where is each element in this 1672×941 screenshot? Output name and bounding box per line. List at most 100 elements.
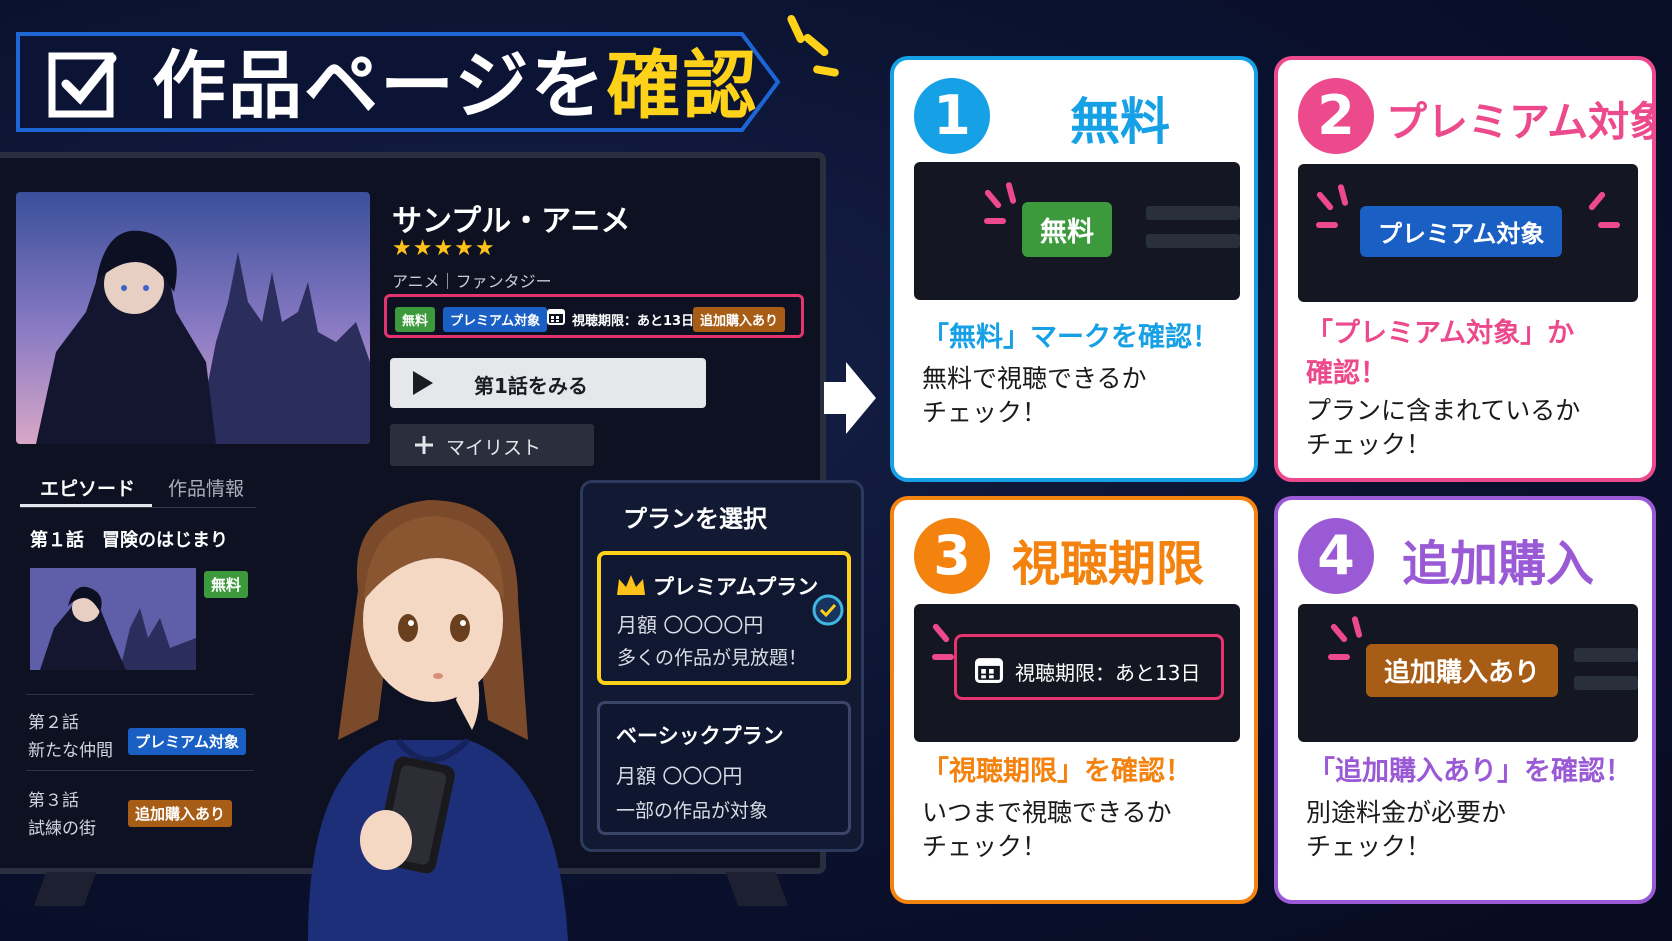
step-number-badge: 2 bbox=[1298, 78, 1374, 154]
card-heading: 無料 bbox=[1070, 93, 1170, 151]
purchase-badge-large: 追加購入あり bbox=[1366, 644, 1559, 697]
card-body-line: チェック！ bbox=[1306, 430, 1432, 459]
basic-plan-desc: 一部の作品が対象 bbox=[616, 800, 769, 822]
card-screenshot: 視聴期限：あと13日 bbox=[914, 604, 1240, 742]
card-screenshot: 追加購入あり bbox=[1298, 604, 1638, 742]
placeholder-bar bbox=[1574, 676, 1638, 690]
badge-row: 無料 プレミアム対象 視聴期限：あと13日 追加購入あり bbox=[384, 294, 804, 338]
card-body: プランに含まれているか チェック！ bbox=[1306, 394, 1580, 462]
card-check-text: 「視聴期限」を確認！ bbox=[922, 756, 1192, 787]
card-body: 無料で視聴できるか チェック！ bbox=[922, 362, 1147, 430]
play-episode-button[interactable]: 第1話をみる bbox=[390, 358, 706, 408]
highlight-burst-icon bbox=[932, 654, 954, 660]
card-heading: プレミアム対象 bbox=[1386, 98, 1656, 146]
deadline-badge: 視聴期限：あと13日 bbox=[572, 314, 695, 329]
purchase-badge: 追加購入あり bbox=[693, 307, 786, 332]
deadline-text: 視聴期限：あと13日 bbox=[1015, 661, 1201, 685]
plan-panel-title: プランを選択 bbox=[623, 505, 767, 533]
info-card-purchase: 4 追加購入 追加購入あり 「追加購入あり」を確認！ 別途料金が必要か チェック… bbox=[1274, 496, 1656, 904]
card-heading: 追加購入 bbox=[1402, 536, 1595, 592]
step-number-badge: 4 bbox=[1298, 518, 1374, 594]
deadline-highlight: 視聴期限：あと13日 bbox=[954, 634, 1224, 700]
card-screenshot: プレミアム対象 bbox=[1298, 164, 1638, 302]
highlight-burst-icon bbox=[1329, 622, 1349, 644]
episode-2-title[interactable]: 新たな仲間 bbox=[28, 736, 113, 761]
card-body-line: チェック！ bbox=[922, 832, 1048, 861]
episode-1-free-badge: 無料 bbox=[204, 571, 249, 598]
placeholder-bar bbox=[1146, 206, 1240, 220]
highlight-burst-icon bbox=[1328, 654, 1350, 660]
card-body: 別途料金が必要か チェック！ bbox=[1306, 796, 1506, 864]
highlight-burst-icon bbox=[1351, 615, 1363, 639]
title-banner: 作品ページを確認 bbox=[12, 28, 812, 136]
placeholder-bar bbox=[1574, 648, 1638, 662]
card-body-line: 無料で視聴できるか bbox=[922, 364, 1147, 393]
page-title: 作品ページを確認 bbox=[152, 46, 759, 126]
tv-stand-right bbox=[725, 872, 789, 906]
episode-1-title[interactable]: 第１話 冒険のはじまり bbox=[30, 526, 228, 552]
episode-name: 冒険のはじまり bbox=[102, 530, 228, 551]
card-body-line: チェック！ bbox=[1306, 832, 1432, 861]
episode-3-title[interactable]: 試練の街 bbox=[28, 814, 96, 839]
tab-work-info[interactable]: 作品情報 bbox=[168, 474, 244, 501]
title-text: 作品ページを bbox=[152, 43, 607, 129]
episode-1-thumbnail[interactable] bbox=[30, 568, 196, 670]
card-body: いつまで視聴できるか チェック！ bbox=[922, 796, 1172, 864]
card-heading: 視聴期限 bbox=[1012, 536, 1205, 592]
highlight-burst-icon bbox=[931, 622, 951, 644]
step-number-badge: 3 bbox=[914, 518, 990, 594]
free-badge-large: 無料 bbox=[1022, 202, 1112, 257]
card-body-line: チェック！ bbox=[922, 398, 1048, 427]
genre-label: アニメ｜ファンタジー bbox=[392, 272, 552, 291]
list-divider bbox=[26, 770, 254, 771]
highlight-burst-icon bbox=[1587, 190, 1607, 212]
plus-icon bbox=[415, 436, 433, 454]
highlight-burst-icon bbox=[1005, 181, 1017, 205]
tv-stand-left bbox=[33, 872, 97, 906]
arrow-right-icon bbox=[824, 362, 876, 434]
basic-plan-price: 月額 〇〇〇円 bbox=[616, 764, 743, 788]
info-card-premium: 2 プレミアム対象 プレミアム対象 「プレミアム対象」か 確認！ プランに含まれ… bbox=[1274, 56, 1656, 482]
card-check-text: 「追加購入あり」を確認！ bbox=[1308, 756, 1632, 787]
card-check-text: 「プレミアム対象」か 確認！ bbox=[1306, 314, 1574, 394]
anime-key-visual bbox=[16, 192, 370, 444]
premium-badge: プレミアム対象 bbox=[443, 307, 548, 332]
highlight-burst-icon bbox=[984, 218, 1006, 224]
free-badge: 無料 bbox=[395, 307, 436, 332]
premium-plan-desc: 多くの作品が見放題！ bbox=[617, 647, 808, 669]
episode-2-number: 第２話 bbox=[28, 713, 79, 733]
premium-badge-large: プレミアム対象 bbox=[1360, 206, 1563, 257]
sparkle-icon bbox=[812, 64, 840, 78]
placeholder-bar bbox=[1146, 234, 1240, 248]
highlight-burst-icon bbox=[1316, 222, 1338, 228]
episode-3-number: 第３話 bbox=[28, 791, 79, 811]
card-body-line: いつまで視聴できるか bbox=[922, 798, 1172, 827]
highlight-burst-icon bbox=[1598, 222, 1620, 228]
episode-2-premium-badge: プレミアム対象 bbox=[128, 728, 246, 755]
premium-plan-name: プレミアムプラン bbox=[653, 575, 819, 599]
premium-plan-price: 月額 〇〇〇〇円 bbox=[617, 613, 764, 637]
list-divider bbox=[26, 694, 254, 695]
calendar-icon bbox=[547, 307, 565, 325]
card-check-line: 「プレミアム対象」か bbox=[1306, 318, 1575, 349]
card-body-line: プランに含まれているか bbox=[1306, 396, 1581, 425]
card-check-line: 確認！ bbox=[1306, 358, 1387, 389]
mylist-button[interactable]: マイリスト bbox=[390, 424, 594, 466]
tab-divider bbox=[20, 507, 256, 508]
premium-plan-card[interactable]: プレミアムプラン 月額 〇〇〇〇円 多くの作品が見放題！ bbox=[597, 551, 851, 685]
episode-number: 第１話 bbox=[30, 530, 84, 551]
rating-stars: ★★★★★ bbox=[392, 236, 496, 261]
info-card-deadline: 3 視聴期限 視聴期限：あと13日 「視聴期限」を確認！ いつまで視聴できるか … bbox=[890, 496, 1258, 904]
card-screenshot: 無料 bbox=[914, 162, 1240, 300]
step-number-badge: 1 bbox=[914, 78, 990, 154]
crown-icon bbox=[617, 575, 645, 595]
highlight-burst-icon bbox=[1315, 190, 1335, 212]
tab-episodes[interactable]: エピソード bbox=[40, 474, 135, 501]
basic-plan-card[interactable]: ベーシックプラン 月額 〇〇〇円 一部の作品が対象 bbox=[597, 701, 851, 835]
play-label: 第1話をみる bbox=[474, 374, 588, 398]
calendar-icon bbox=[975, 658, 1003, 683]
info-card-free: 1 無料 無料 「無料」マークを確認！ 無料で視聴できるか チェック！ bbox=[890, 56, 1258, 482]
mylist-label: マイリスト bbox=[446, 437, 542, 459]
episode-3-purchase-badge: 追加購入あり bbox=[128, 800, 233, 827]
title-highlight: 確認 bbox=[606, 43, 759, 129]
